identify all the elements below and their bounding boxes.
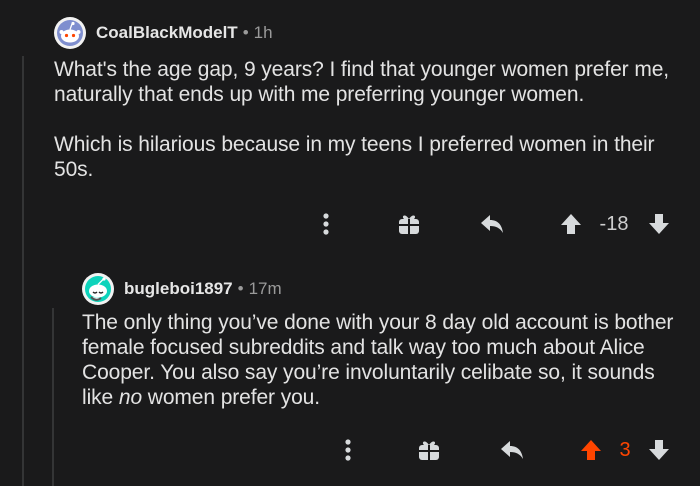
upvote-button[interactable] (578, 432, 604, 468)
meta-separator: • (242, 23, 249, 42)
avatar[interactable] (82, 273, 114, 305)
avatar[interactable] (54, 17, 86, 49)
comment-body: What's the age gap, 9 years? I find that… (54, 57, 688, 182)
more-options-icon (345, 439, 351, 461)
more-options-button[interactable] (314, 206, 338, 242)
comment-paragraph: What's the age gap, 9 years? I find that… (54, 58, 670, 106)
username[interactable]: CoalBlackModelT (96, 23, 238, 43)
username[interactable]: bugleboi1897 (124, 279, 233, 299)
downvote-button[interactable] (646, 206, 672, 242)
snoo-avatar-icon (82, 273, 114, 305)
more-options-button[interactable] (336, 432, 360, 468)
downvote-button[interactable] (646, 432, 672, 468)
reply-comment: bugleboi1897 • 17m The only thing you’ve… (82, 270, 690, 410)
comment-age: 17m (248, 279, 282, 298)
comment-paragraph: The only thing you’ve done with your 8 d… (82, 310, 690, 410)
comment-age: 1h (253, 23, 273, 42)
child-thread-line[interactable] (52, 308, 54, 486)
comment-text: women prefer you. (142, 386, 320, 409)
comment-emphasis: no (118, 386, 143, 409)
vote-score: 3 (619, 438, 631, 461)
reply-icon (501, 441, 523, 459)
reply-button[interactable] (478, 206, 506, 242)
reply-button[interactable] (498, 432, 526, 468)
comment-paragraph: Which is hilarious because in my teens I… (54, 133, 655, 181)
comment-header: CoalBlackModelT • 1h (54, 14, 688, 52)
give-award-button[interactable] (396, 206, 422, 242)
meta-separator: • (237, 279, 244, 298)
vote-score: -18 (599, 212, 629, 235)
give-award-button[interactable] (416, 432, 442, 468)
reply-icon (481, 215, 503, 233)
thread-line[interactable] (22, 56, 24, 486)
snoo-avatar-icon (54, 17, 86, 49)
comment: CoalBlackModelT • 1h What's the age gap,… (54, 14, 688, 182)
comment-body: The only thing you’ve done with your 8 d… (82, 310, 690, 410)
comment-header: bugleboi1897 • 17m (82, 270, 690, 308)
upvote-button[interactable] (558, 206, 584, 242)
gift-icon (399, 215, 419, 234)
gift-icon (419, 441, 439, 460)
upvote-icon (561, 214, 581, 234)
upvote-icon (581, 440, 601, 460)
downvote-icon (649, 214, 669, 234)
downvote-icon (649, 440, 669, 460)
more-options-icon (323, 213, 329, 235)
